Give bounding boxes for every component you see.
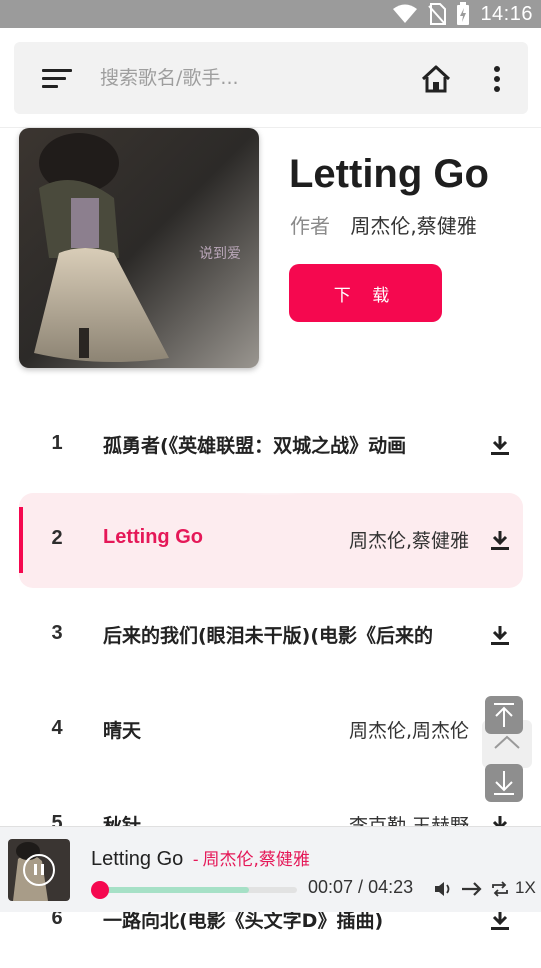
time-separator: / <box>353 877 369 897</box>
top-bar <box>0 28 541 128</box>
download-button[interactable]: 下 载 <box>289 264 442 322</box>
now-playing-title: Letting Go <box>91 848 184 870</box>
track-number: 4 <box>51 717 63 739</box>
now-playing-artist: 周杰伦,蔡健雅 <box>202 850 310 870</box>
cover-text: 说到爱 <box>199 246 241 262</box>
total-time: 04:23 <box>368 877 414 897</box>
wifi-icon <box>393 4 418 23</box>
track-title: 后来的我们(眼泪未干版)(电影《后来的 <box>103 625 434 647</box>
download-icon[interactable] <box>489 434 511 456</box>
now-playing-separator: - <box>192 850 199 869</box>
clock: 14:16 <box>480 2 533 25</box>
battery-charging-icon <box>457 2 470 25</box>
repeat-icon[interactable] <box>490 879 510 899</box>
now-playing: Letting Go - 周杰伦,蔡健雅 <box>91 845 310 871</box>
scroll-bottom-icon <box>494 771 514 795</box>
search-input[interactable] <box>100 64 400 92</box>
author-names[interactable]: 周杰伦,蔡健雅 <box>350 214 476 238</box>
home-icon[interactable] <box>420 64 452 94</box>
volume-icon[interactable] <box>433 879 453 899</box>
play-order-icon[interactable] <box>460 879 484 899</box>
download-icon[interactable] <box>489 529 511 551</box>
mini-cover[interactable] <box>8 839 70 901</box>
search-bar <box>14 42 528 114</box>
author-label: 作者 <box>290 214 330 238</box>
progress-slider[interactable] <box>91 881 297 899</box>
progress-buffer <box>95 887 249 893</box>
download-icon[interactable] <box>489 624 511 646</box>
song-title: Letting Go <box>289 152 489 196</box>
player-bar: Letting Go - 周杰伦,蔡健雅 00:07 / 04:23 1X <box>0 826 541 912</box>
elapsed-time: 00:07 <box>308 877 354 897</box>
playback-speed[interactable]: 1X <box>515 878 536 898</box>
track-row[interactable]: 4 晴天 周杰伦,周杰伦 <box>0 683 541 778</box>
download-icon[interactable] <box>489 909 511 931</box>
track-title: Letting Go <box>103 526 203 548</box>
author-row: 作者 周杰伦,蔡健雅 <box>290 210 477 239</box>
track-row[interactable]: 3 后来的我们(眼泪未干版)(电影《后来的 <box>0 588 541 683</box>
album-cover: 说到爱 <box>19 128 259 368</box>
pause-icon[interactable] <box>23 854 55 886</box>
track-title: 晴天 <box>103 720 142 742</box>
track-artist: 周杰伦,周杰伦 <box>348 720 469 742</box>
track-number: 1 <box>51 432 63 454</box>
progress-knob[interactable] <box>91 881 110 899</box>
scroll-top-icon <box>494 703 514 727</box>
track-number: 3 <box>51 622 63 644</box>
track-artist: 周杰伦,蔡健雅 <box>348 530 469 552</box>
scroll-top-button[interactable] <box>485 696 523 734</box>
track-title: 孤勇者(《英雄联盟：双城之战》动画 <box>103 435 407 457</box>
menu-icon[interactable] <box>42 66 72 90</box>
more-vertical-icon[interactable] <box>490 64 504 94</box>
track-row-active[interactable]: 2 Letting Go 周杰伦,蔡健雅 <box>0 493 541 588</box>
scroll-fade-overlay <box>200 455 340 495</box>
time-readout: 00:07 / 04:23 <box>308 877 413 898</box>
no-sim-icon <box>428 3 447 25</box>
scroll-bottom-button[interactable] <box>485 764 523 802</box>
status-bar: 14:16 <box>0 0 541 28</box>
track-number: 2 <box>51 527 63 549</box>
